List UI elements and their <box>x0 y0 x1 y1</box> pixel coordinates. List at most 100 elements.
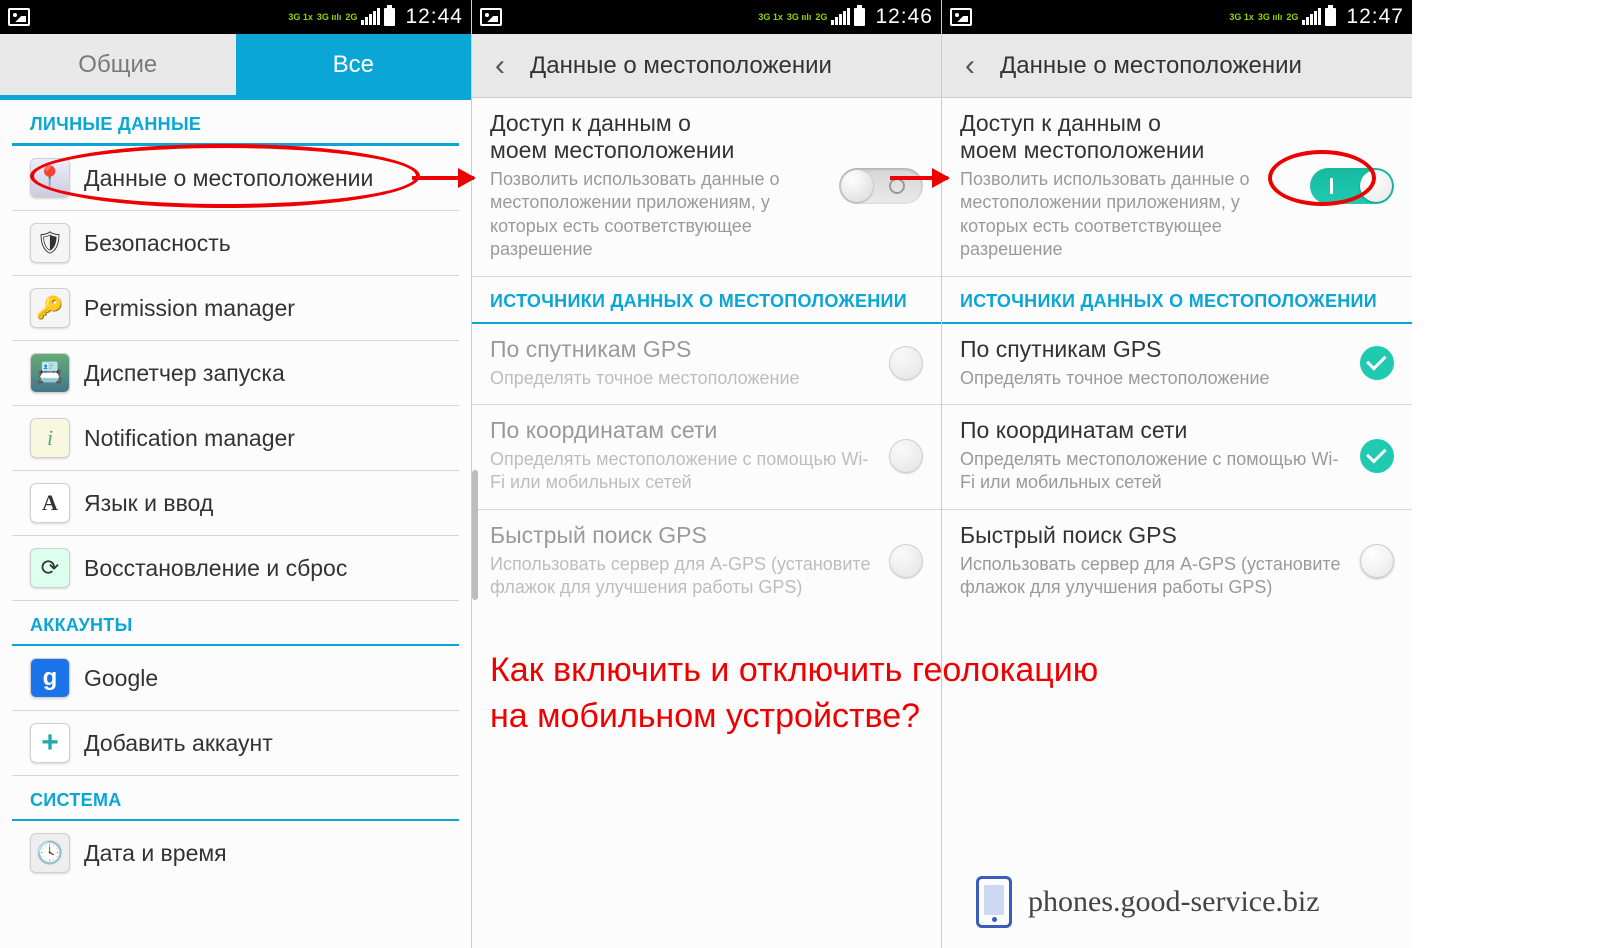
detail-header: ‹ Данные о местоположении <box>472 34 941 98</box>
setting-subtitle: Позволить использовать данные о местопол… <box>490 168 829 262</box>
setting-location-access[interactable]: Доступ к данным омоем местоположении Поз… <box>942 98 1412 277</box>
checkbox-disabled-icon <box>889 544 923 578</box>
item-label: Безопасность <box>84 230 231 257</box>
location-access-toggle[interactable] <box>839 168 923 204</box>
item-google[interactable]: g Google <box>12 646 459 711</box>
network-2-icon: 3G ıılı <box>1258 13 1283 22</box>
setting-subtitle: Определять точное местоположение <box>490 367 879 390</box>
setting-title: Доступ к данным омоем местоположении <box>960 110 1300 164</box>
setting-title: По спутникам GPS <box>490 336 879 363</box>
item-add-account[interactable]: + Добавить аккаунт <box>12 711 459 776</box>
item-permission-manager[interactable]: 🔑 Permission manager <box>12 276 459 341</box>
section-accounts: АККАУНТЫ <box>12 605 459 646</box>
reset-icon: ⟳ <box>30 548 70 588</box>
setting-agps[interactable]: Быстрый поиск GPS Использовать сервер дл… <box>942 510 1412 614</box>
item-dispatcher[interactable]: 📇 Диспетчер запуска <box>12 341 459 406</box>
setting-title: Быстрый поиск GPS <box>490 522 879 549</box>
signal-icon <box>361 9 380 25</box>
network-1-icon: 3G 1x <box>288 13 313 22</box>
site-label: phones.good-service.biz <box>1028 885 1320 919</box>
checkbox-checked-icon[interactable] <box>1360 439 1394 473</box>
clock-icon: 🕓 <box>30 833 70 873</box>
setting-gps-satellites: По спутникам GPS Определять точное место… <box>472 324 941 405</box>
status-bar: 3G 1x 3G ıılı 2G 12:44 <box>0 0 471 34</box>
gallery-icon <box>480 8 502 26</box>
checkbox-disabled-icon <box>889 346 923 380</box>
back-chevron-icon[interactable]: ‹ <box>478 44 522 88</box>
item-location[interactable]: 📍 Данные о местоположении <box>12 146 459 211</box>
settings-list-screen: 3G 1x 3G ıılı 2G 12:44 Общие Все ЛИЧНЫЕ … <box>0 0 472 948</box>
header-title: Данные о местоположении <box>530 52 832 80</box>
setting-subtitle: Использовать сервер для A-GPS (установит… <box>490 553 879 600</box>
network-2-icon: 3G ıılı <box>787 13 812 22</box>
header-title: Данные о местоположении <box>1000 52 1302 80</box>
filler <box>1412 0 1600 948</box>
signal-icon <box>831 9 850 25</box>
item-language[interactable]: A Язык и ввод <box>12 471 459 536</box>
battery-icon <box>384 8 395 26</box>
detail-header: ‹ Данные о местоположении <box>942 34 1412 98</box>
location-settings-off-screen: 3G 1x 3G ıılı 2G 12:46 ‹ Данные о местоп… <box>472 0 942 948</box>
setting-subtitle: Позволить использовать данные о местопол… <box>960 168 1300 262</box>
setting-network-coords: По координатам сети Определять местополо… <box>472 405 941 510</box>
section-system: СИСТЕМА <box>12 780 459 821</box>
scroll-indicator <box>472 470 478 600</box>
network-1-icon: 3G 1x <box>758 13 783 22</box>
network-2-icon: 3G ıılı <box>317 13 342 22</box>
item-label: Данные о местоположении <box>84 165 373 192</box>
setting-title: Быстрый поиск GPS <box>960 522 1350 549</box>
location-settings-on-screen: 3G 1x 3G ıılı 2G 12:47 ‹ Данные о местоп… <box>942 0 1412 948</box>
google-icon: g <box>30 658 70 698</box>
location-access-toggle[interactable] <box>1310 168 1394 204</box>
item-label: Диспетчер запуска <box>84 360 285 387</box>
setting-title: По координатам сети <box>490 417 879 444</box>
setting-location-access[interactable]: Доступ к данным омоем местоположении Поз… <box>472 98 941 277</box>
gallery-icon <box>950 8 972 26</box>
checkbox-disabled-icon <box>889 439 923 473</box>
settings-tabs: Общие Все <box>0 34 471 100</box>
toggle-knob <box>841 170 873 202</box>
phone-icon <box>976 876 1012 928</box>
annotation-site: phones.good-service.biz <box>976 876 1320 928</box>
gallery-icon <box>8 8 30 26</box>
back-chevron-icon[interactable]: ‹ <box>948 44 992 88</box>
checkbox-unchecked-icon[interactable] <box>1360 544 1394 578</box>
battery-icon <box>854 8 865 26</box>
item-label: Notification manager <box>84 425 295 452</box>
item-datetime[interactable]: 🕓 Дата и время <box>12 821 459 885</box>
checkbox-checked-icon[interactable] <box>1360 346 1394 380</box>
network-1-icon: 3G 1x <box>1229 13 1254 22</box>
item-security[interactable]: 🛡 Безопасность <box>12 211 459 276</box>
status-clock: 12:47 <box>1346 5 1404 29</box>
setting-agps: Быстрый поиск GPS Использовать сервер дл… <box>472 510 941 614</box>
item-label: Добавить аккаунт <box>84 730 273 757</box>
tab-general[interactable]: Общие <box>0 34 236 100</box>
toggle-on-mark-icon <box>1330 178 1333 194</box>
item-label: Google <box>84 665 158 692</box>
battery-icon <box>1325 8 1336 26</box>
item-notification-manager[interactable]: i Notification manager <box>12 406 459 471</box>
status-bar: 3G 1x 3G ıılı 2G 12:47 <box>942 0 1412 34</box>
item-label: Дата и время <box>84 840 227 867</box>
shield-icon: 🛡 <box>30 223 70 263</box>
setting-gps-satellites[interactable]: По спутникам GPS Определять точное место… <box>942 324 1412 405</box>
status-clock: 12:46 <box>875 5 933 29</box>
network-3-icon: 2G <box>345 13 357 22</box>
item-reset[interactable]: ⟳ Восстановление и сброс <box>12 536 459 601</box>
status-bar: 3G 1x 3G ıılı 2G 12:46 <box>472 0 941 34</box>
item-label: Язык и ввод <box>84 490 213 517</box>
network-3-icon: 2G <box>815 13 827 22</box>
signal-icon <box>1302 9 1321 25</box>
item-label: Permission manager <box>84 295 295 322</box>
item-label: Восстановление и сброс <box>84 555 347 582</box>
plus-icon: + <box>30 723 70 763</box>
toggle-knob <box>1360 170 1392 202</box>
key-icon: 🔑 <box>30 288 70 328</box>
section-location-sources: ИСТОЧНИКИ ДАННЫХ О МЕСТОПОЛОЖЕНИИ <box>942 277 1412 324</box>
setting-subtitle: Определять местоположение с помощью Wi-F… <box>490 448 879 495</box>
tab-all[interactable]: Все <box>236 34 472 100</box>
setting-network-coords[interactable]: По координатам сети Определять местополо… <box>942 405 1412 510</box>
dispatcher-icon: 📇 <box>30 353 70 393</box>
network-3-icon: 2G <box>1286 13 1298 22</box>
section-personal: ЛИЧНЫЕ ДАННЫЕ <box>12 104 459 146</box>
